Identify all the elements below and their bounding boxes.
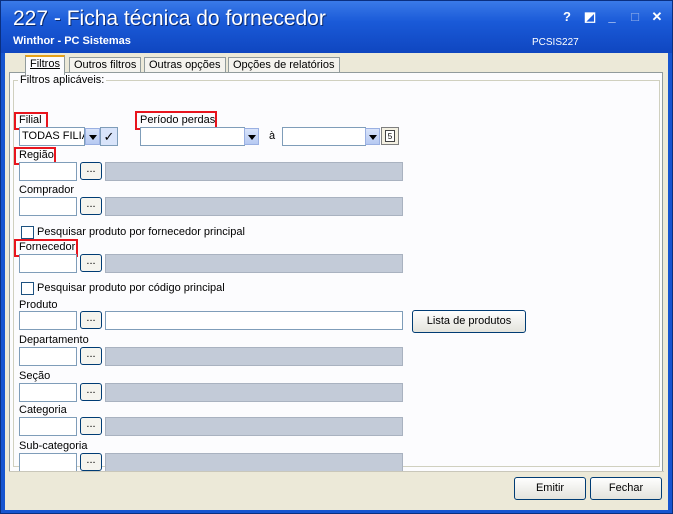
- regiao-lookup-button[interactable]: ...: [80, 162, 102, 180]
- app-window: 227 - Ficha técnica do fornecedor Wintho…: [0, 0, 673, 514]
- categoria-code-input[interactable]: [19, 417, 77, 436]
- title-bar[interactable]: 227 - Ficha técnica do fornecedor Wintho…: [1, 1, 672, 53]
- filial-select[interactable]: TODAS FILIAIS: [19, 127, 85, 146]
- categoria-label: Categoria: [19, 404, 67, 416]
- filial-dropdown-icon[interactable]: [85, 128, 100, 145]
- subcategoria-label: Sub-categoria: [19, 440, 88, 452]
- tab-panel: Filtros aplicáveis: Filial TODAS FILIAIS…: [9, 72, 663, 472]
- checkmark-icon[interactable]: ✓: [100, 127, 118, 146]
- subcategoria-lookup-button[interactable]: ...: [80, 453, 102, 471]
- fornecedor-principal-label: Pesquisar produto por fornecedor princip…: [37, 226, 245, 238]
- periodo-end-input[interactable]: [282, 127, 366, 146]
- comprador-label: Comprador: [19, 184, 75, 196]
- tab-filtros[interactable]: Filtros: [25, 55, 65, 75]
- secao-desc-field: [105, 383, 403, 402]
- departamento-desc-field: [105, 347, 403, 366]
- periodo-start-dropdown-icon[interactable]: [244, 128, 259, 145]
- lista-produtos-button[interactable]: Lista de produtos: [412, 310, 526, 333]
- fornecedor-principal-checkbox[interactable]: [21, 226, 34, 239]
- periodo-start-input[interactable]: [140, 127, 245, 146]
- close-button[interactable]: ✕: [648, 9, 666, 25]
- fechar-button[interactable]: Fechar: [590, 477, 662, 500]
- regiao-code-input[interactable]: [19, 162, 77, 181]
- calendar-icon[interactable]: 5: [381, 127, 399, 145]
- client-area: Filtros Outros filtros Outras opções Opç…: [5, 53, 668, 510]
- fornecedor-desc-field: [105, 254, 403, 273]
- periodo-separator: à: [269, 130, 276, 142]
- codigo-principal-checkbox[interactable]: [21, 282, 34, 295]
- periodo-label: Período perdas: [140, 114, 216, 126]
- subcategoria-desc-field: [105, 453, 403, 472]
- departamento-label: Departamento: [19, 334, 89, 346]
- regiao-desc-field: [105, 162, 403, 181]
- periodo-end-dropdown-icon[interactable]: [365, 128, 380, 145]
- categoria-lookup-button[interactable]: ...: [80, 417, 102, 435]
- tab-filtros-label: Filtros: [30, 58, 60, 70]
- filial-label: Filial: [19, 114, 42, 126]
- secao-label: Seção: [19, 370, 51, 382]
- comprador-desc-field: [105, 197, 403, 216]
- produto-label: Produto: [19, 299, 58, 311]
- fornecedor-code-input[interactable]: [19, 254, 77, 273]
- produto-code-input[interactable]: [19, 311, 77, 330]
- regiao-label: Região: [19, 149, 54, 161]
- subcategoria-code-input[interactable]: [19, 453, 77, 472]
- filters-group: Filtros aplicáveis: Filial TODAS FILIAIS…: [13, 74, 660, 472]
- comprador-lookup-button[interactable]: ...: [80, 197, 102, 215]
- emitir-button[interactable]: Emitir: [514, 477, 586, 500]
- window-subtitle: Winthor - PC Sistemas: [13, 35, 131, 47]
- footer-bar: Emitir Fechar: [9, 475, 664, 507]
- departamento-lookup-button[interactable]: ...: [80, 347, 102, 365]
- fornecedor-lookup-button[interactable]: ...: [80, 254, 102, 272]
- fornecedor-label: Fornecedor: [19, 241, 76, 253]
- minimize-button[interactable]: _: [603, 9, 621, 25]
- maximize-button[interactable]: □: [626, 9, 644, 25]
- codigo-principal-label: Pesquisar produto por código principal: [37, 282, 225, 294]
- produto-lookup-button[interactable]: ...: [80, 311, 102, 329]
- window-title: 227 - Ficha técnica do fornecedor: [13, 7, 326, 30]
- produto-desc-input[interactable]: [105, 311, 403, 330]
- departamento-code-input[interactable]: [19, 347, 77, 366]
- context-icon[interactable]: ◩: [581, 9, 599, 25]
- program-code: PCSIS227: [532, 37, 579, 48]
- group-label: Filtros aplicáveis:: [18, 74, 107, 86]
- secao-code-input[interactable]: [19, 383, 77, 402]
- footer-separator: [9, 471, 664, 472]
- comprador-code-input[interactable]: [19, 197, 77, 216]
- secao-lookup-button[interactable]: ...: [80, 383, 102, 401]
- categoria-desc-field: [105, 417, 403, 436]
- help-icon[interactable]: ?: [558, 9, 576, 25]
